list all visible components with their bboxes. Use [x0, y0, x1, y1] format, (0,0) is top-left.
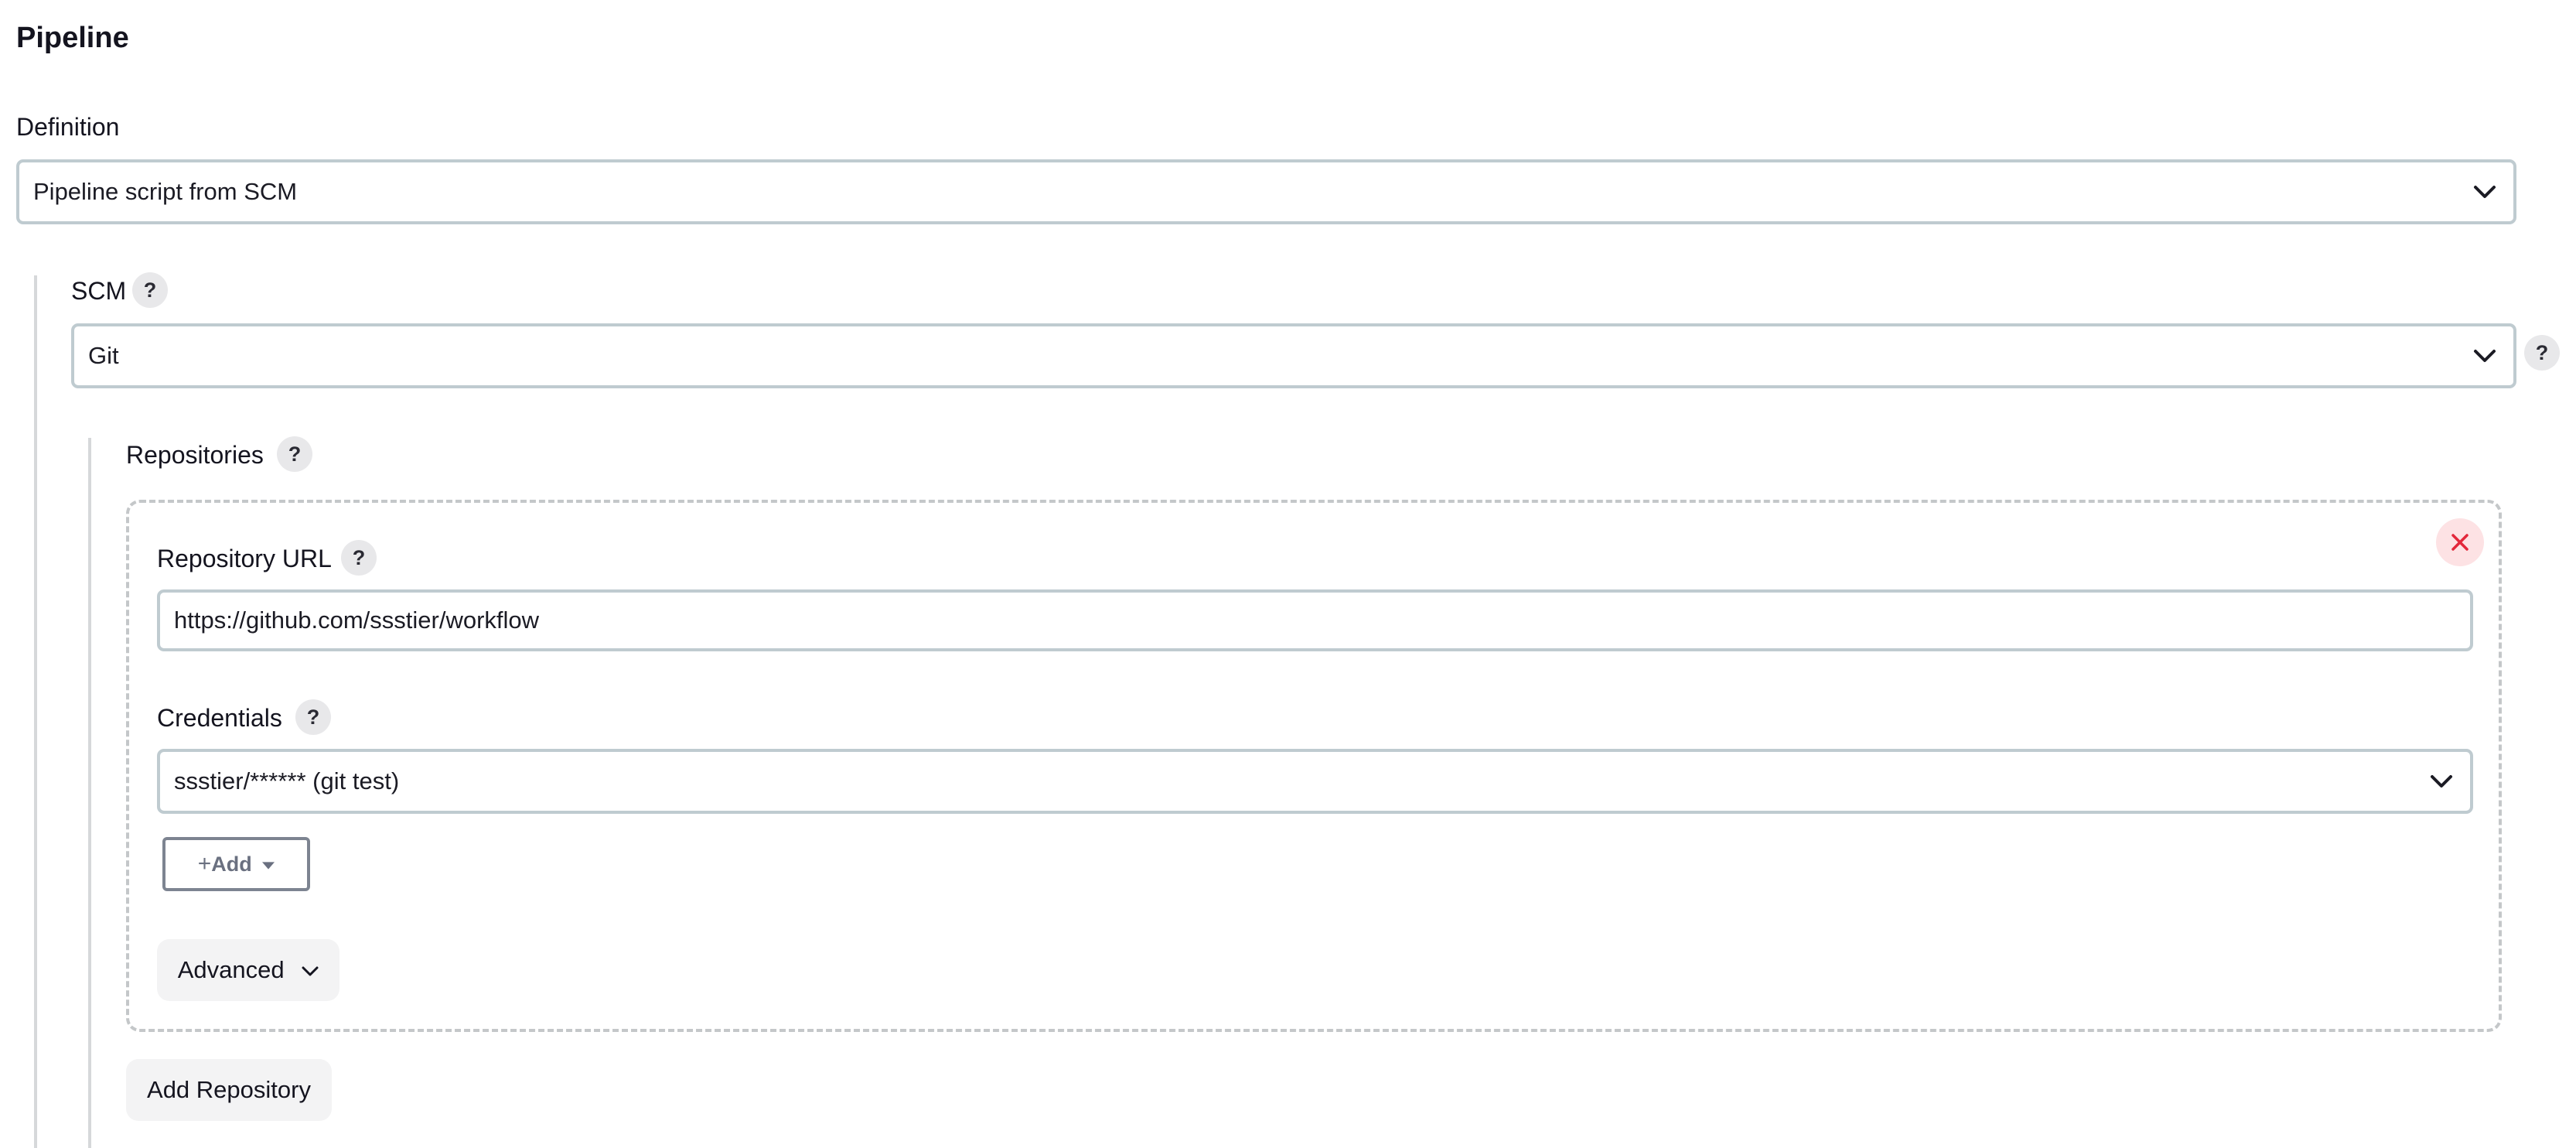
- repositories-nesting-line: [88, 438, 91, 1148]
- credentials-help-icon[interactable]: ?: [295, 699, 331, 735]
- caret-down-icon: [262, 862, 275, 870]
- repository-url-value: https://github.com/ssstier/workflow: [174, 606, 540, 634]
- repositories-help-icon[interactable]: ?: [277, 436, 312, 472]
- scm-label: SCM: [71, 277, 127, 305]
- advanced-label: Advanced: [177, 956, 285, 983]
- definition-select[interactable]: Pipeline script from SCM: [16, 159, 2516, 224]
- repository-url-help-icon[interactable]: ?: [341, 540, 377, 576]
- add-label: Add: [211, 852, 252, 876]
- definition-selected-value: Pipeline script from SCM: [33, 178, 298, 205]
- credentials-selected-value: ssstier/****** (git test): [174, 767, 400, 794]
- repository-url-label: Repository URL: [157, 545, 332, 572]
- add-repository-button[interactable]: Add Repository: [126, 1059, 332, 1121]
- scm-select[interactable]: Git: [71, 323, 2516, 388]
- chevron-down-icon: [302, 966, 319, 976]
- chevron-down-icon: [2474, 350, 2496, 362]
- credentials-label: Credentials: [157, 704, 282, 732]
- chevron-down-icon: [2474, 186, 2496, 198]
- advanced-button[interactable]: Advanced: [157, 939, 339, 1001]
- definition-label: Definition: [16, 113, 120, 141]
- chevron-down-icon: [2431, 775, 2452, 788]
- add-credentials-button[interactable]: +Add: [162, 837, 310, 891]
- repository-url-input[interactable]: https://github.com/ssstier/workflow: [157, 589, 2473, 651]
- scm-selected-value: Git: [88, 342, 119, 369]
- remove-repository-button[interactable]: [2436, 518, 2484, 566]
- repositories-label: Repositories: [126, 441, 264, 469]
- credentials-select[interactable]: ssstier/****** (git test): [157, 749, 2473, 814]
- close-icon: [2451, 534, 2469, 551]
- scm-help-icon[interactable]: ?: [132, 272, 168, 308]
- add-repository-label: Add Repository: [147, 1076, 311, 1103]
- plus-icon: +: [197, 851, 212, 876]
- page-title: Pipeline: [16, 22, 129, 54]
- scm-side-help-icon[interactable]: ?: [2524, 335, 2560, 371]
- nesting-line: [34, 275, 37, 1148]
